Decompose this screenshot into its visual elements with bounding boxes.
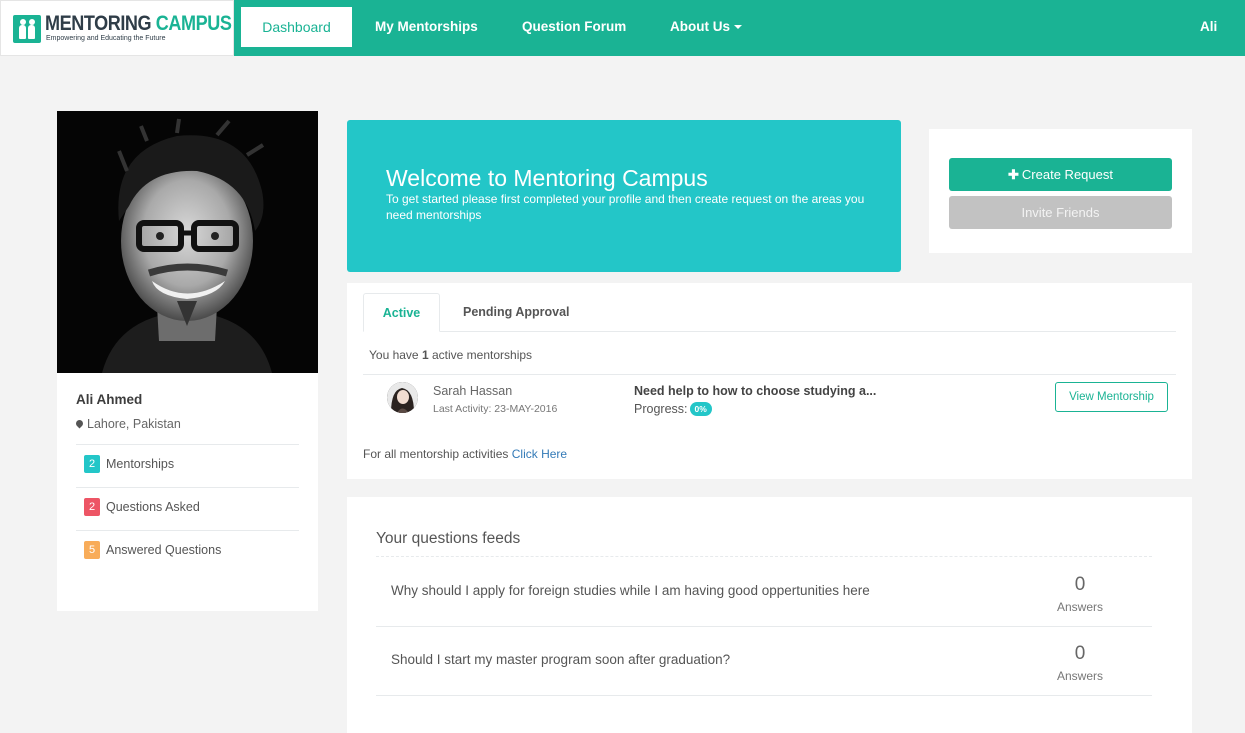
caret-down-icon xyxy=(734,25,742,30)
welcome-text: To get started please first completed yo… xyxy=(386,192,865,222)
feed-title: Your questions feeds xyxy=(376,530,521,547)
all-activities-text: For all mentorship activities Click Here xyxy=(363,447,567,461)
brand-logo[interactable]: MENTORING CAMPUS Empowering and Educatin… xyxy=(0,0,234,56)
brand-title-part1: MENTORING xyxy=(45,12,152,35)
actions-panel: ✚ Create Request Invite Friends xyxy=(929,129,1192,253)
brand-title-part2: CAMPUS xyxy=(155,12,232,35)
progress-badge: 0% xyxy=(689,401,712,416)
nav-my-mentorships[interactable]: My Mentorships xyxy=(375,0,478,56)
question-row[interactable]: Why should I apply for foreign studies w… xyxy=(376,558,1152,627)
question-text[interactable]: Why should I apply for foreign studies w… xyxy=(391,583,870,598)
answer-count-label: Answers xyxy=(1056,600,1103,614)
stat-count-badge: 5 xyxy=(84,541,100,559)
question-row[interactable]: Should I start my master program soon af… xyxy=(376,627,1152,696)
logo-people-icon xyxy=(13,15,41,43)
profile-card: Ali Ahmed Lahore, Pakistan 2 Mentorships… xyxy=(57,111,318,611)
mentor-name[interactable]: Sarah Hassan xyxy=(433,384,512,398)
mentor-avatar-image xyxy=(387,382,418,413)
profile-photo xyxy=(57,111,318,373)
mentor-avatar xyxy=(387,382,418,413)
stat-count-badge: 2 xyxy=(84,455,100,473)
row-divider xyxy=(363,374,1176,375)
feed-title-divider xyxy=(376,556,1152,557)
stat-label: Mentorships xyxy=(106,457,175,471)
active-count-number: 1 xyxy=(421,348,429,362)
question-text[interactable]: Should I start my master program soon af… xyxy=(391,652,730,667)
tab-pending-approval[interactable]: Pending Approval xyxy=(463,293,570,332)
stat-answered-questions[interactable]: 5 Answered Questions xyxy=(76,530,299,573)
questions-feed-panel: Your questions feeds Why should I apply … xyxy=(347,497,1192,733)
profile-location: Lahore, Pakistan xyxy=(74,417,181,431)
nav-about-us[interactable]: About Us xyxy=(670,0,742,56)
profile-name: Ali Ahmed xyxy=(76,392,143,407)
mentorship-topic[interactable]: Need help to how to choose studying a... xyxy=(634,384,876,398)
nav-about-us-label: About Us xyxy=(670,19,730,34)
all-activities-label: For all mentorship activities xyxy=(363,447,509,461)
brand-title: MENTORING CAMPUS xyxy=(45,12,232,35)
top-navbar: MENTORING CAMPUS Empowering and Educatin… xyxy=(0,0,1245,56)
plus-icon: ✚ xyxy=(1008,167,1019,182)
welcome-banner: Welcome to Mentoring Campus To get start… xyxy=(347,120,901,272)
progress-label: Progress: xyxy=(634,402,688,416)
nav-user-menu[interactable]: Ali xyxy=(1200,0,1217,56)
active-count-prefix: You have xyxy=(369,348,419,362)
tab-active[interactable]: Active xyxy=(363,293,440,332)
answer-count: 0 xyxy=(1074,643,1086,664)
profile-location-text: Lahore, Pakistan xyxy=(87,417,181,431)
mentor-last-activity: Last Activity: 23-MAY-2016 xyxy=(433,403,558,415)
nav-dashboard[interactable]: Dashboard xyxy=(241,7,352,47)
invite-friends-button[interactable]: Invite Friends xyxy=(949,196,1172,229)
brand-tagline: Empowering and Educating the Future xyxy=(46,35,166,42)
welcome-title: Welcome to Mentoring Campus xyxy=(386,165,708,191)
stat-questions-asked[interactable]: 2 Questions Asked xyxy=(76,487,299,530)
active-count-suffix: active mentorships xyxy=(431,348,533,362)
stat-label: Questions Asked xyxy=(106,500,200,514)
active-mentorships-count: You have 1 active mentorships xyxy=(369,348,532,362)
nav-question-forum[interactable]: Question Forum xyxy=(522,0,626,56)
stat-label: Answered Questions xyxy=(106,543,222,557)
click-here-link[interactable]: Click Here xyxy=(512,447,567,461)
answer-count: 0 xyxy=(1074,574,1086,595)
create-request-button[interactable]: ✚ Create Request xyxy=(949,158,1172,191)
stat-count-badge: 2 xyxy=(84,498,100,516)
mentorships-panel: Active Pending Approval You have 1 activ… xyxy=(347,283,1192,479)
create-request-label: Create Request xyxy=(1021,167,1113,182)
mentorship-progress: Progress: 0% xyxy=(634,401,712,417)
stat-mentorships[interactable]: 2 Mentorships xyxy=(76,444,299,487)
profile-photo-portrait xyxy=(102,118,272,373)
map-marker-icon xyxy=(74,418,85,429)
answer-count-label: Answers xyxy=(1056,669,1103,683)
view-mentorship-button[interactable]: View Mentorship xyxy=(1055,382,1168,412)
